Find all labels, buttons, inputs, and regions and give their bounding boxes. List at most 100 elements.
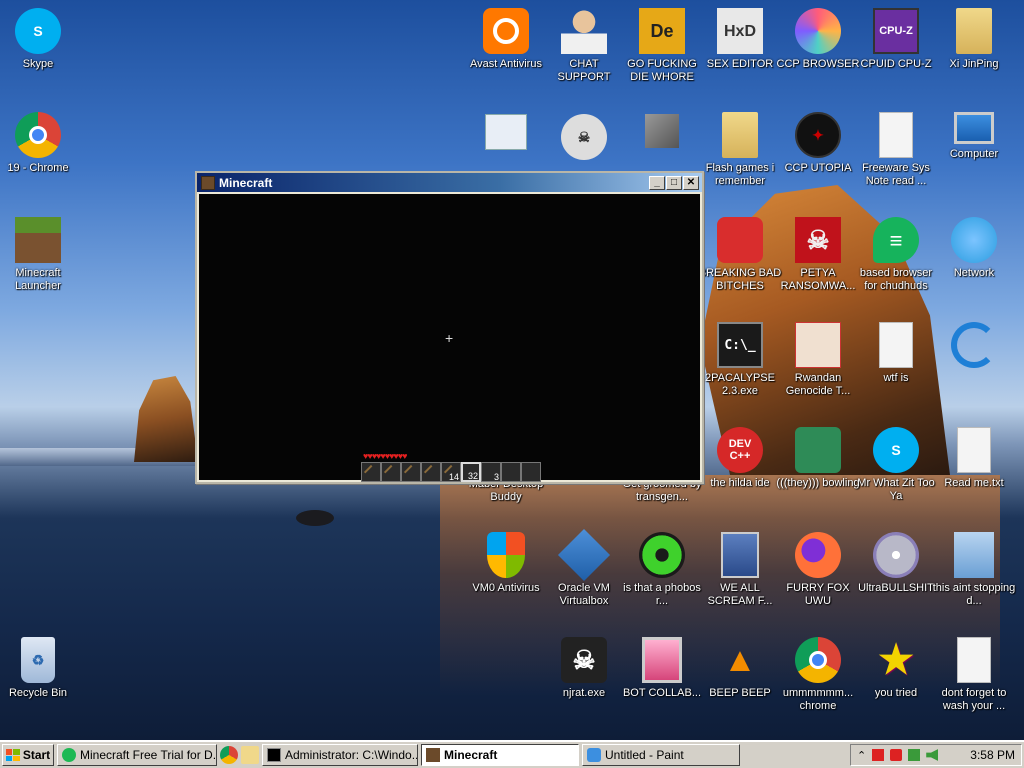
hotbar-slot[interactable]: 14 [441, 462, 461, 482]
desktop-icon-recycle-bin[interactable]: ♻ Recycle Bin [0, 637, 80, 700]
minimize-button[interactable]: _ [649, 175, 665, 190]
sea-stack-small [134, 376, 198, 462]
game-viewport[interactable]: + ♥♥♥♥♥♥♥♥♥♥ 14 32 3 [199, 194, 700, 482]
desktop-icon-dont-forget[interactable]: dont forget to wash your ... [932, 637, 1016, 713]
volume-icon[interactable] [926, 749, 939, 761]
security-icon[interactable] [890, 749, 903, 761]
icon-label: njrat.exe [562, 687, 606, 699]
console-icon: C:\_ [717, 322, 763, 368]
icon-label: is that a phobos r... [623, 582, 701, 607]
desktop-icon-avast[interactable]: Avast Antivirus [464, 8, 548, 71]
hotbar-slot[interactable]: 3 [481, 462, 501, 482]
icon-label: CCP BROWSER [776, 58, 860, 70]
windows-logo-icon [5, 749, 20, 761]
desktop-icon-umm-chrome[interactable]: ummmmmm... chrome [776, 637, 860, 713]
desktop-icon-you-tried[interactable]: ★ you tried [854, 637, 938, 700]
icon-label: Oracle VM Virtualbox [558, 582, 610, 607]
clock[interactable]: 3:58 PM [970, 748, 1015, 762]
task-label: Untitled - Paint [605, 748, 684, 762]
hotbar-slot[interactable] [401, 462, 421, 482]
icon-label: (((they))) bowling [776, 477, 860, 489]
minecraft-window[interactable]: Minecraft _ □ ✕ + ♥♥♥♥♥♥♥♥♥♥ 14 32 3 [195, 171, 704, 484]
hotbar-slot[interactable] [421, 462, 441, 482]
icon-label: Computer [949, 148, 999, 160]
desktop-icon-they-bowling[interactable]: (((they))) bowling [776, 427, 860, 490]
desktop-icon-bot-collab[interactable]: BOT COLLAB... [620, 637, 704, 700]
desktop-icon-vm0[interactable]: VM0 Antivirus [464, 532, 548, 595]
desktop-icon-sex-editor[interactable]: HxD SEX EDITOR [698, 8, 782, 71]
icon-label: wtf is [883, 372, 909, 384]
item-count: 3 [493, 472, 499, 482]
desktop-icon-breaking-bad[interactable]: BREAKING BAD BITCHES [698, 217, 782, 293]
desktop-icon-freeware[interactable]: Freeware Sys Note read ... [854, 112, 938, 188]
desktop-icon-blue-circle[interactable] [932, 322, 1016, 372]
icon-label: UltraBULLSHIT [858, 582, 934, 594]
desktop-icon-skull-helmet[interactable]: ☠ [542, 114, 626, 164]
item-count: 14 [448, 472, 459, 482]
tool-icon [383, 464, 399, 480]
desktop-icon-phobos[interactable]: is that a phobos r... [620, 532, 704, 608]
desktop-icon-ccp-browser[interactable]: CCP BROWSER [776, 8, 860, 71]
hotbar-slot[interactable] [361, 462, 381, 482]
calendar-doc-icon [879, 322, 913, 368]
icon-label: FURRY FOX UWU [786, 582, 850, 607]
desktop-icon-we-all-scream[interactable]: WE ALL SCREAM F... [698, 532, 782, 608]
desktop-icon-cpuz[interactable]: CPU-Z CPUID CPU-Z [854, 8, 938, 71]
close-button[interactable]: ✕ [683, 175, 699, 190]
hotbar-slot[interactable]: 32 [461, 462, 481, 482]
hotbar[interactable]: 14 32 3 [361, 462, 541, 482]
start-button[interactable]: Start [2, 744, 54, 766]
desktop-icon-network[interactable]: Network [932, 217, 1016, 280]
desktop-icon-mr-whatzit[interactable]: S Mr What Zit Too Ya [854, 427, 938, 503]
desktop-icon-computer[interactable]: Computer [932, 112, 1016, 161]
desktop-icon-njrat[interactable]: ☠ njrat.exe [542, 637, 626, 700]
task-cmd[interactable]: Administrator: C:\Windo... [262, 744, 418, 766]
icon-label: Recycle Bin [8, 687, 68, 699]
task-minecraft[interactable]: Minecraft [421, 744, 579, 766]
desktop-icon-minecraft-launcher[interactable]: Minecraft Launcher [0, 217, 80, 293]
icon-label: the hilda ide [710, 477, 770, 489]
desktop-icon-flash-games[interactable]: Flash games i remember [698, 112, 782, 188]
desktop-icon-devcpp[interactable]: DEV C++ the hilda ide [698, 427, 782, 490]
desktop-icon-xi-jinping[interactable]: Xi JinPing [932, 8, 1016, 71]
folder-quicklaunch-icon[interactable] [241, 746, 259, 764]
task-spotify-minecraft[interactable]: Minecraft Free Trial for D... [57, 744, 217, 766]
desktop-icon-stack[interactable] [620, 114, 704, 152]
desktop-icon-furry-fox[interactable]: FURRY FOX UWU [776, 532, 860, 608]
meme-face-icon [795, 322, 841, 368]
task-paint[interactable]: Untitled - Paint [582, 744, 740, 766]
maximize-button[interactable]: □ [666, 175, 682, 190]
desktop-icon-wtf-is[interactable]: wtf is [854, 322, 938, 385]
desktop-icon-rwandan[interactable]: Rwandan Genocide T... [776, 322, 860, 398]
desktop-icon-this-aint[interactable]: this aint stopping d... [932, 532, 1016, 608]
desktop-icon-window-doc[interactable] [464, 114, 548, 154]
task-label: Minecraft Free Trial for D... [80, 748, 217, 762]
desktop-icon-petya[interactable]: ☠ PETYA RANSOMWA... [776, 217, 860, 293]
dark-rock [296, 510, 334, 526]
chrome-quicklaunch-icon[interactable] [220, 746, 238, 764]
desktop-icon-beep-beep[interactable]: ▲ BEEP BEEP [698, 637, 782, 700]
network-icon[interactable] [908, 749, 921, 761]
desktop-icon-ultrabullshit[interactable]: UltraBULLSHIT [854, 532, 938, 595]
desktop-icon-ccp-utopia[interactable]: ✦ CCP UTOPIA [776, 112, 860, 175]
hotbar-slot[interactable] [501, 462, 521, 482]
desktop-icon-chat-support[interactable]: CHAT SUPPORT [542, 8, 626, 84]
desktop-icon-go-die[interactable]: De GO FUCKING DIE WHORE [620, 8, 704, 84]
cpuz-icon: CPU-Z [873, 8, 919, 54]
desktop-icon-virtualbox[interactable]: Oracle VM Virtualbox [542, 528, 626, 608]
desktop-icon-readme[interactable]: Read me.txt [932, 427, 1016, 490]
hotbar-slot[interactable] [521, 462, 541, 482]
hotbar-slot[interactable] [381, 462, 401, 482]
desktop-icon-skype[interactable]: S Skype [0, 8, 80, 71]
folder-icon [956, 8, 992, 54]
start-label: Start [22, 748, 51, 762]
icon-label: GO FUCKING DIE WHORE [627, 58, 697, 83]
desktop-icon-2pacalypse[interactable]: C:\_ 2PACALYPSE 2.3.exe [698, 322, 782, 398]
icon-label: Minecraft Launcher [15, 267, 61, 292]
utopia-icon: ✦ [795, 112, 841, 158]
window-titlebar[interactable]: Minecraft _ □ ✕ [197, 173, 702, 192]
desktop-icon-based-browser[interactable]: ≡ based browser for chudhuds [854, 217, 938, 293]
flag-icon[interactable] [872, 749, 885, 761]
tray-expand-icon[interactable]: ⌃ [857, 749, 866, 762]
desktop-icon-chrome-19[interactable]: 19 - Chrome [0, 112, 80, 175]
